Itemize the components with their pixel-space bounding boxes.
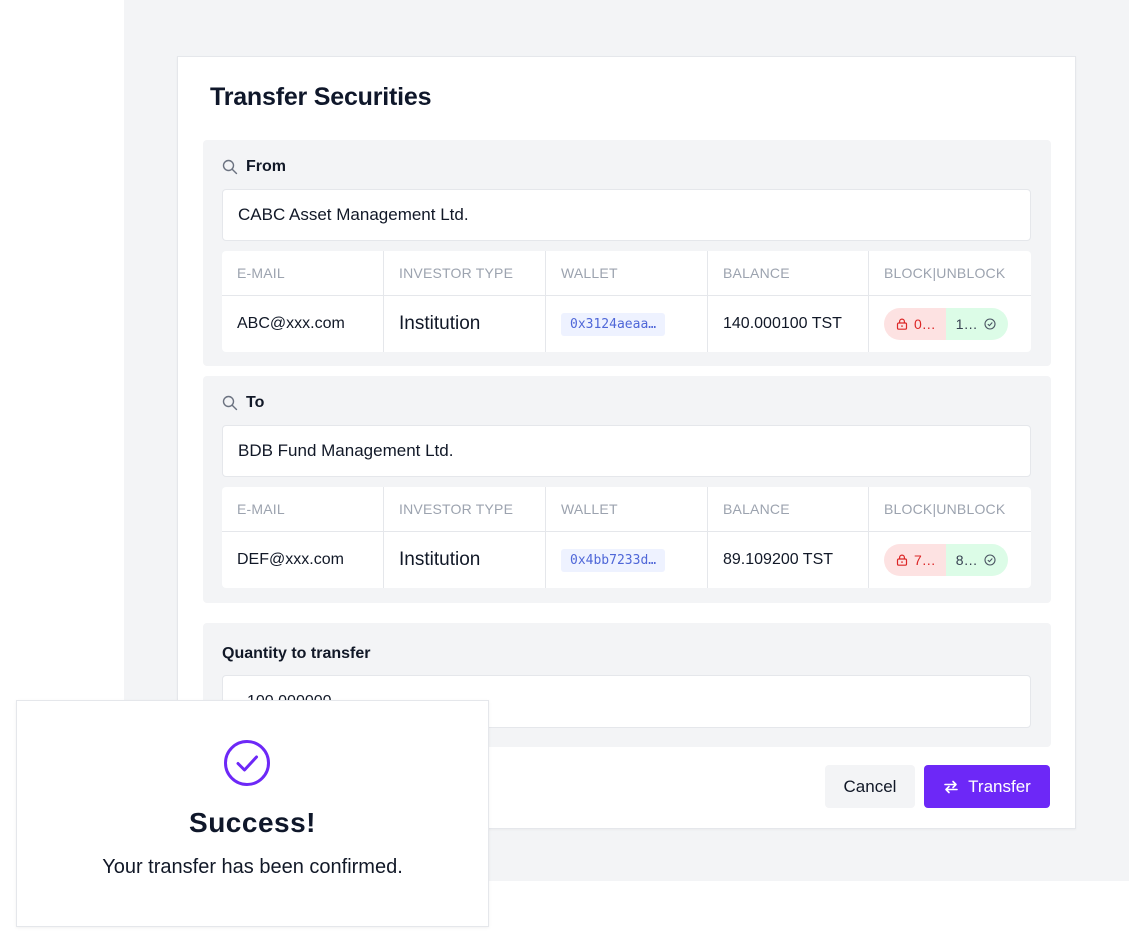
column-header-balance: BALANCE xyxy=(708,487,869,532)
success-toast: Success! Your transfer has been confirme… xyxy=(16,700,489,927)
to-block-unblock-cell: 7… 8… xyxy=(869,532,1031,588)
toast-message: Your transfer has been confirmed. xyxy=(102,856,403,878)
from-unblocked-amount: 1… xyxy=(955,316,978,332)
column-header-balance: BALANCE xyxy=(708,251,869,296)
from-wallet-chip[interactable]: 0x3124aeaa… xyxy=(561,312,666,336)
column-header-block-unblock: BLOCK|UNBLOCK xyxy=(869,487,1031,532)
to-wallet-chip[interactable]: 0x4bb7233d… xyxy=(561,548,666,572)
to-unblocked-amount: 8… xyxy=(955,552,978,568)
to-section: To BDB Fund Management Ltd. E-MAIL INVES… xyxy=(203,376,1051,603)
from-investor-table: E-MAIL INVESTOR TYPE WALLET BALANCE BLOC… xyxy=(222,251,1031,352)
from-balance: 140.000100 TST xyxy=(708,296,869,352)
column-header-wallet: WALLET xyxy=(546,487,708,532)
from-investor-type: Institution xyxy=(384,296,546,352)
transfer-button-label: Transfer xyxy=(968,776,1031,796)
modal-title: Transfer Securities xyxy=(210,83,432,111)
to-wallet-cell: 0x4bb7233d… xyxy=(546,532,708,588)
transfer-button[interactable]: Transfer xyxy=(924,765,1050,808)
from-block-unblock-cell: 0… 1… xyxy=(869,296,1031,352)
to-block-unblock-toggle[interactable]: 7… 8… xyxy=(884,544,1008,576)
to-investor-table: E-MAIL INVESTOR TYPE WALLET BALANCE BLOC… xyxy=(222,487,1031,588)
cancel-button[interactable]: Cancel xyxy=(825,765,915,808)
quantity-label: Quantity to transfer xyxy=(222,645,371,662)
toast-title: Success! xyxy=(189,807,316,838)
to-block-button[interactable]: 7… xyxy=(884,544,946,576)
column-header-email: E-MAIL xyxy=(222,487,384,532)
to-balance: 89.109200 TST xyxy=(708,532,869,588)
lock-icon xyxy=(896,554,908,566)
column-header-wallet: WALLET xyxy=(546,251,708,296)
to-blocked-amount: 7… xyxy=(914,552,936,568)
check-circle-icon xyxy=(984,554,996,566)
lock-icon xyxy=(896,318,908,330)
check-circle-icon xyxy=(984,318,996,330)
to-unblock-button[interactable]: 8… xyxy=(945,544,1008,576)
search-icon xyxy=(222,159,238,175)
from-block-button[interactable]: 0… xyxy=(884,308,946,340)
from-section: From CABC Asset Management Ltd. E-MAIL I… xyxy=(203,140,1051,366)
to-entity-input[interactable]: BDB Fund Management Ltd. xyxy=(222,425,1031,477)
column-header-email: E-MAIL xyxy=(222,251,384,296)
column-header-investor-type: INVESTOR TYPE xyxy=(384,487,546,532)
from-unblock-button[interactable]: 1… xyxy=(945,308,1008,340)
from-email: ABC@xxx.com xyxy=(222,296,384,352)
check-circle-icon xyxy=(224,740,270,786)
to-investor-type: Institution xyxy=(384,532,546,588)
from-block-unblock-toggle[interactable]: 0… 1… xyxy=(884,308,1008,340)
transfer-arrows-icon xyxy=(944,780,958,793)
to-label-row: To xyxy=(222,394,264,412)
from-label-row: From xyxy=(222,158,286,176)
from-label: From xyxy=(246,158,286,175)
column-header-investor-type: INVESTOR TYPE xyxy=(384,251,546,296)
from-blocked-amount: 0… xyxy=(914,316,936,332)
from-entity-input[interactable]: CABC Asset Management Ltd. xyxy=(222,189,1031,241)
to-label: To xyxy=(246,394,265,411)
column-header-block-unblock: BLOCK|UNBLOCK xyxy=(869,251,1031,296)
search-icon xyxy=(222,395,238,411)
from-wallet-cell: 0x3124aeaa… xyxy=(546,296,708,352)
to-email: DEF@xxx.com xyxy=(222,532,384,588)
